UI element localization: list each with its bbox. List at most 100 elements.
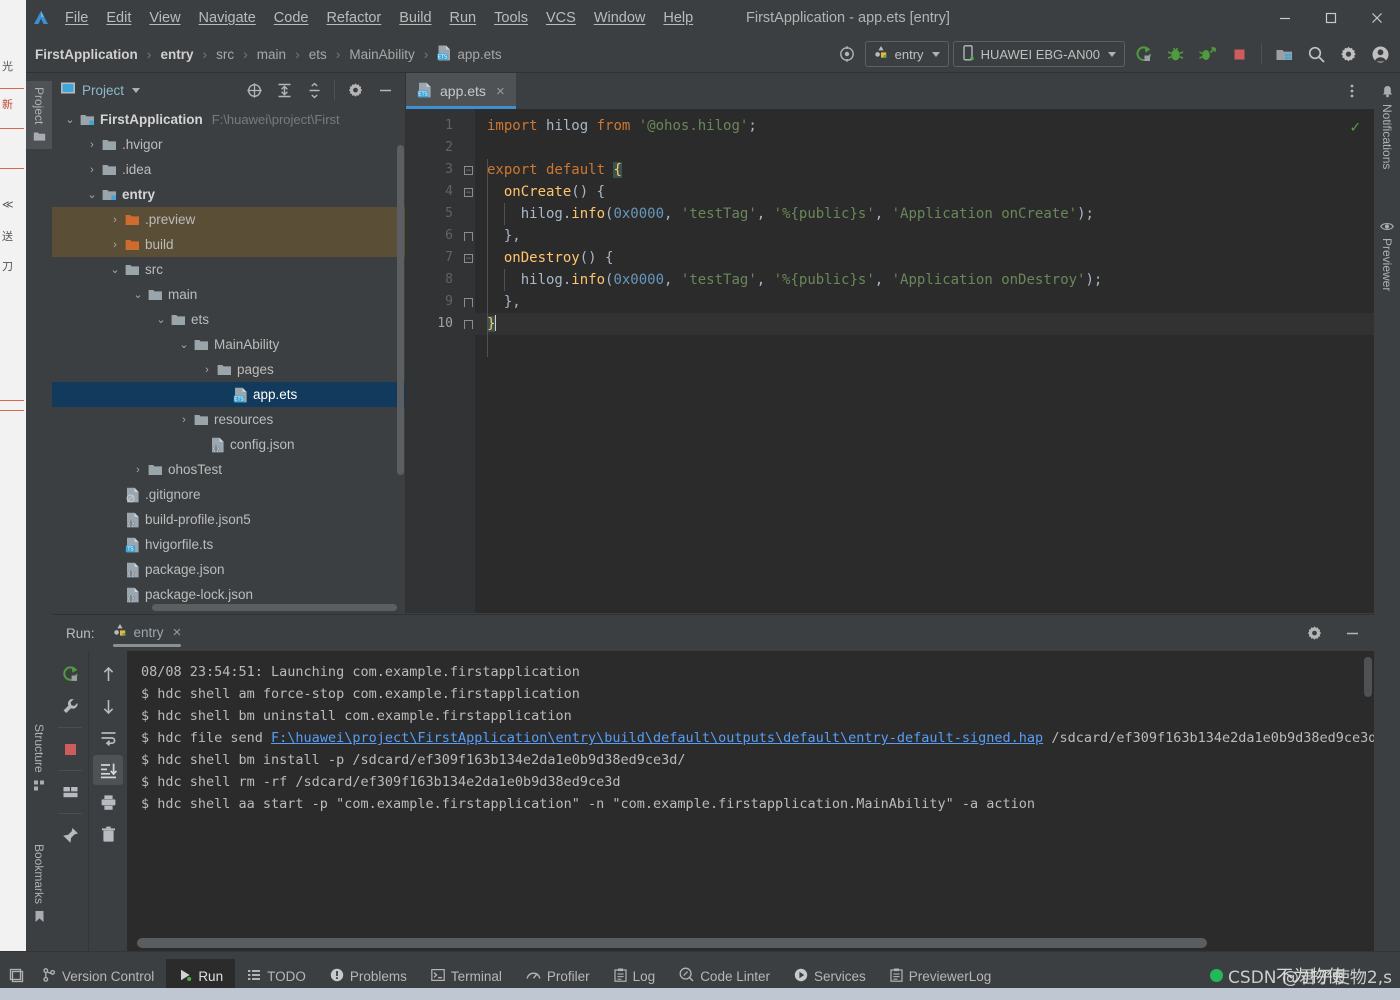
tree-row-preview[interactable]: › .preview [52, 207, 405, 232]
layout-icon[interactable] [55, 777, 85, 807]
menu-view[interactable]: View [140, 7, 189, 29]
tree-row-build[interactable]: › build [52, 232, 405, 257]
tree-row-src[interactable]: ⌄ src [52, 257, 405, 282]
tree-row-entry[interactable]: ⌄ entry [52, 182, 405, 207]
tree-row-ohostest[interactable]: › ohosTest [52, 457, 405, 482]
sidebar-item-notifications[interactable]: Notifications [1374, 79, 1400, 175]
chevron-right-icon[interactable]: › [176, 414, 192, 426]
fold-end-ondestroy[interactable] [462, 291, 475, 313]
trash-icon[interactable] [93, 819, 123, 849]
console-file-link[interactable]: F:\huawei\project\FirstApplication\entry… [271, 730, 1043, 746]
chevron-down-icon[interactable]: ⌄ [107, 263, 123, 276]
menu-window[interactable]: Window [585, 7, 655, 29]
chevron-right-icon[interactable]: › [84, 139, 100, 151]
chevron-right-icon[interactable]: › [107, 214, 123, 226]
menu-refactor[interactable]: Refactor [317, 7, 390, 29]
menu-code[interactable]: Code [265, 7, 318, 29]
rerun-icon[interactable] [55, 659, 85, 689]
chevron-down-icon[interactable]: ⌄ [130, 288, 146, 301]
tree-row-idea[interactable]: › .idea [52, 157, 405, 182]
up-arrow-icon[interactable] [93, 659, 123, 689]
inspection-status-icon[interactable]: ✓ [1350, 117, 1360, 136]
collapse-all-icon[interactable] [300, 76, 328, 104]
menu-build[interactable]: Build [390, 7, 440, 29]
fold-marker-export[interactable]: − [462, 159, 475, 181]
settings-gear-icon[interactable] [1334, 40, 1362, 68]
gear-icon[interactable] [341, 76, 369, 104]
fold-marker-oncreate[interactable]: − [462, 181, 475, 203]
attach-debugger-button[interactable] [1193, 40, 1221, 68]
menu-vcs[interactable]: VCS [537, 7, 585, 29]
run-configuration-selector[interactable]: entry [864, 41, 949, 67]
chevron-down-icon[interactable]: ⌄ [84, 188, 100, 201]
wrench-icon[interactable] [55, 691, 85, 721]
device-manager-icon[interactable] [1270, 40, 1298, 68]
sidebar-item-bookmarks[interactable]: Bookmarks [26, 838, 52, 929]
menu-help[interactable]: Help [654, 7, 702, 29]
chevron-right-icon[interactable]: › [84, 164, 100, 176]
breadcrumb-item-entry[interactable]: entry [157, 47, 196, 62]
hide-panel-icon[interactable] [1338, 619, 1366, 647]
tree-row-firstapplication[interactable]: ⌄ FirstApplication F:\huawei\project\Fir… [52, 107, 405, 132]
tree-row-config-json[interactable]: {} config.json [52, 432, 405, 457]
close-icon[interactable]: × [496, 83, 505, 100]
run-button[interactable] [1129, 40, 1157, 68]
breadcrumb-item-main[interactable]: main [254, 47, 289, 62]
close-icon[interactable]: × [173, 624, 182, 641]
close-icon[interactable] [1354, 0, 1400, 36]
search-icon[interactable] [1302, 40, 1330, 68]
soft-wrap-icon[interactable] [93, 723, 123, 753]
tree-row-mainability[interactable]: ⌄ MainAbility [52, 332, 405, 357]
sidebar-item-project[interactable]: Project [26, 81, 52, 150]
hide-panel-icon[interactable] [371, 76, 399, 104]
tree-row-hvigor[interactable]: › .hvigor [52, 132, 405, 157]
stop-icon[interactable] [55, 734, 85, 764]
breadcrumb-item-project[interactable]: FirstApplication [32, 47, 141, 62]
account-avatar-icon[interactable] [1366, 40, 1394, 68]
editor-tab-app-ets[interactable]: ETS app.ets × [406, 73, 516, 109]
breadcrumb-item-file[interactable]: ETS app.ets [434, 45, 504, 64]
project-tree-horizontal-scrollbar[interactable] [152, 604, 397, 611]
expand-all-icon[interactable] [270, 76, 298, 104]
stop-button[interactable] [1225, 40, 1253, 68]
menu-run[interactable]: Run [441, 7, 486, 29]
tree-row-app-ets[interactable]: ETS app.ets [52, 382, 405, 407]
scroll-to-end-icon[interactable] [93, 755, 123, 785]
fold-marker-ondestroy[interactable]: − [462, 247, 475, 269]
code-folding-gutter[interactable]: − − − [462, 109, 475, 613]
more-options-icon[interactable] [1338, 77, 1366, 105]
code-text[interactable]: import hilog from '@ohos.hilog'; export … [475, 109, 1374, 613]
minimize-icon[interactable] [1262, 0, 1308, 36]
chevron-right-icon[interactable]: › [199, 364, 215, 376]
tree-row-resources[interactable]: › resources [52, 407, 405, 432]
tree-row-pages[interactable]: › pages [52, 357, 405, 382]
menu-file[interactable]: File [56, 7, 97, 29]
project-tree[interactable]: ⌄ FirstApplication F:\huawei\project\Fir… [52, 107, 405, 613]
breadcrumb-item-mainability[interactable]: MainAbility [346, 47, 417, 62]
print-icon[interactable] [93, 787, 123, 817]
tree-row-build-profile[interactable]: {} build-profile.json5 [52, 507, 405, 532]
tree-row-hvigorfile[interactable]: TS hvigorfile.ts [52, 532, 405, 557]
tree-row-gitignore[interactable]: .gitignore [52, 482, 405, 507]
pin-icon[interactable] [55, 820, 85, 850]
console-vertical-scrollbar[interactable] [1364, 657, 1372, 697]
chevron-right-icon[interactable]: › [130, 464, 146, 476]
code-editor[interactable]: 1 2 3 4 5 6 7 8 9 10 − − − import hilog … [406, 109, 1374, 613]
tree-row-main[interactable]: ⌄ main [52, 282, 405, 307]
debug-button[interactable] [1161, 40, 1189, 68]
breadcrumb-item-src[interactable]: src [213, 47, 237, 62]
run-tab-entry[interactable]: entry × [109, 619, 190, 647]
chevron-right-icon[interactable]: › [107, 239, 123, 251]
tree-row-ets[interactable]: ⌄ ets [52, 307, 405, 332]
device-selector[interactable]: HUAWEI EBG-AN00 [952, 41, 1125, 67]
locate-file-icon[interactable] [240, 76, 268, 104]
chevron-down-icon[interactable]: ⌄ [176, 338, 192, 351]
fold-end-oncreate[interactable] [462, 225, 475, 247]
menu-bar[interactable]: File Edit View Navigate Code Refactor Bu… [56, 0, 702, 36]
breadcrumb-item-ets[interactable]: ets [306, 47, 330, 62]
sidebar-item-structure[interactable]: Structure [26, 718, 52, 798]
menu-edit[interactable]: Edit [97, 7, 140, 29]
target-locator-icon[interactable] [833, 40, 861, 68]
gear-icon[interactable] [1300, 619, 1328, 647]
project-tree-vertical-scrollbar[interactable] [397, 145, 404, 475]
